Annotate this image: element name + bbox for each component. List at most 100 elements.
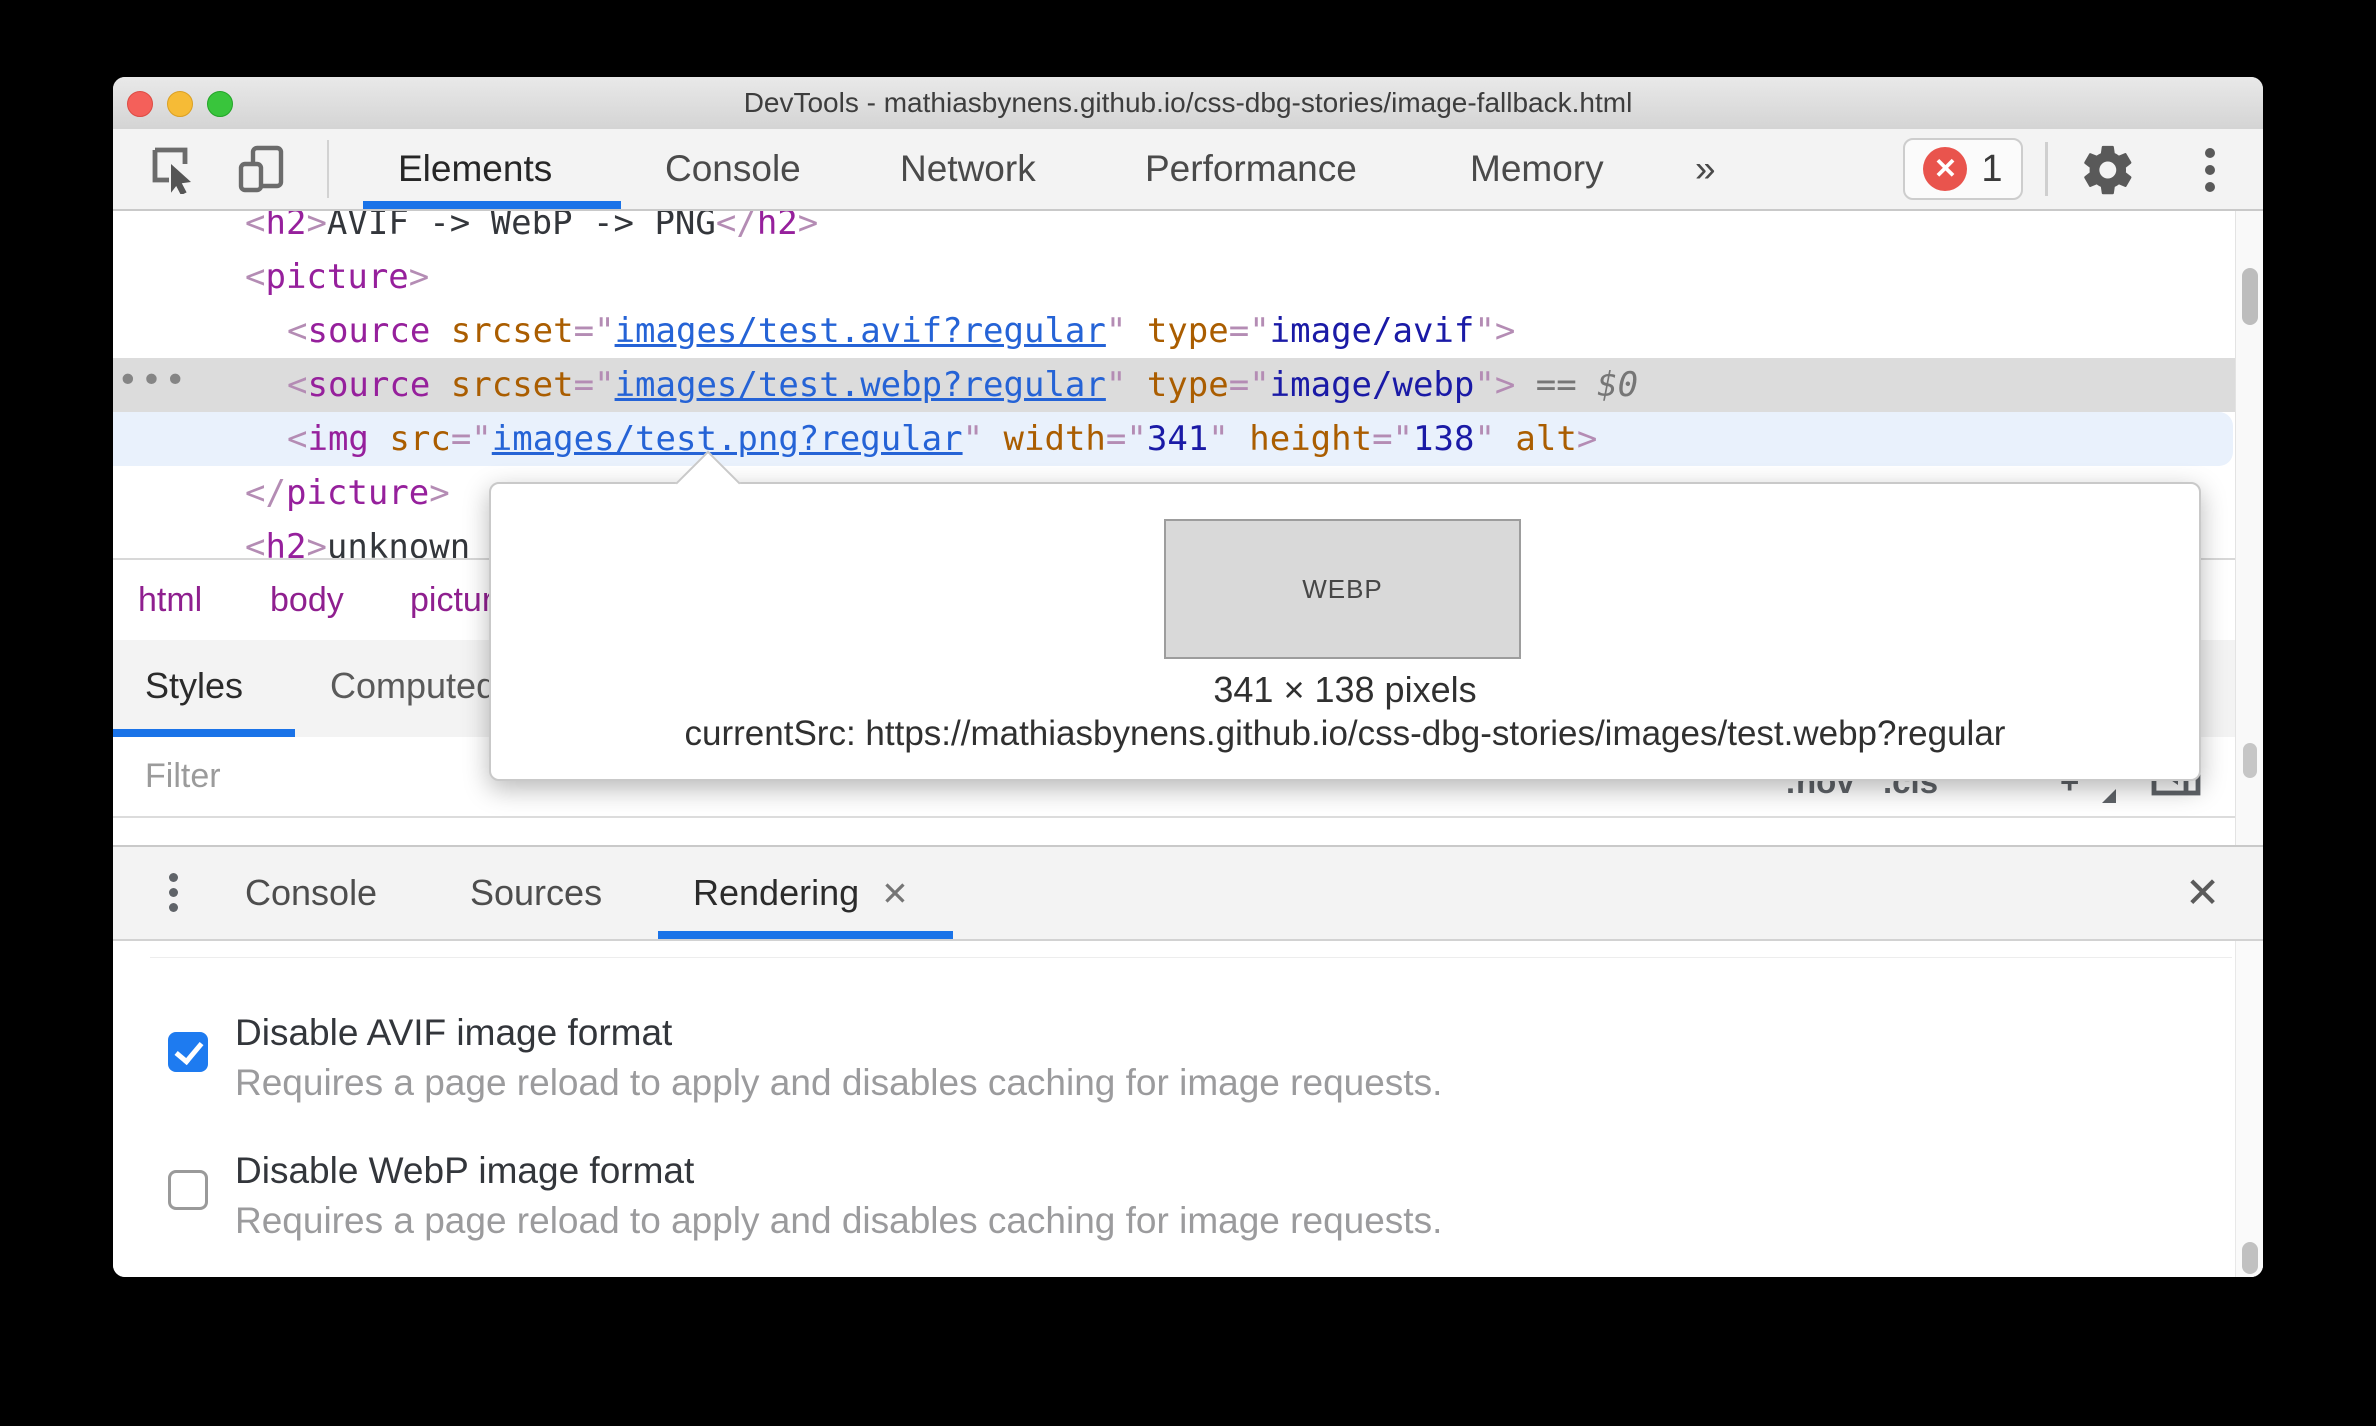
tab-computed[interactable]: Computed <box>330 640 496 737</box>
code-token: image/avif <box>1269 311 1475 351</box>
code-token: type <box>1146 311 1229 351</box>
tab-performance[interactable]: Performance <box>1145 129 1357 209</box>
code-token: src <box>389 419 451 459</box>
code-token: =" <box>1228 365 1270 405</box>
dom-node-row[interactable]: <img src="images/test.png?regular" width… <box>113 412 2233 466</box>
dom-node-row[interactable]: <h2>AVIF -> WebP -> PNG</h2> <box>113 211 2263 250</box>
code-token: > <box>1576 419 1598 459</box>
section-divider <box>150 957 2232 958</box>
option-description: Requires a page reload to apply and disa… <box>235 1200 1443 1241</box>
code-token: < <box>287 419 308 459</box>
drawer-tab-console[interactable]: Console <box>245 847 377 939</box>
dom-node-row[interactable]: ••• <source srcset="images/test.webp?regu… <box>113 358 2263 412</box>
attribute-value-link[interactable]: images/test.webp?regular <box>615 365 1106 405</box>
drawer-tab-sources[interactable]: Sources <box>470 847 602 939</box>
code-token: srcset <box>450 311 574 351</box>
code-token: 138 <box>1413 419 1475 459</box>
code-token: < <box>245 257 266 297</box>
elements-scrollbar[interactable] <box>2235 211 2263 845</box>
code-token: AVIF -> WebP -> PNG <box>326 211 716 243</box>
tab-console[interactable]: Console <box>665 129 801 209</box>
code-token: "> <box>1474 311 1516 351</box>
breadcrumb-item-html[interactable]: html <box>138 560 202 640</box>
device-toolbar-icon[interactable] <box>235 142 287 194</box>
window-title: DevTools - mathiasbynens.github.io/css-d… <box>743 87 1633 118</box>
code-token: alt <box>1515 419 1577 459</box>
image-preview-tooltip: WEBP 341 × 138 pixels currentSrc: https:… <box>489 450 2201 781</box>
code-token: type <box>1146 365 1229 405</box>
code-token: picture <box>285 473 430 513</box>
code-token: < <box>245 211 266 243</box>
code-token: " <box>962 419 984 459</box>
code-token: unknown <box>326 527 471 558</box>
code-token: " <box>1474 419 1495 459</box>
code-token: =" <box>1372 419 1414 459</box>
drawer-tab-rendering[interactable]: Rendering ✕ <box>693 847 909 939</box>
error-count-badge[interactable]: ✕ 1 <box>1903 138 2023 200</box>
code-token: " <box>1208 419 1229 459</box>
code-token: image/webp <box>1269 365 1475 405</box>
tab-elements[interactable]: Elements <box>398 129 552 209</box>
code-token: </ <box>715 211 757 243</box>
dom-node-row[interactable]: <source srcset="images/test.avif?regular… <box>113 304 2263 358</box>
code-token: =" <box>450 419 492 459</box>
drawer-scrollbar[interactable] <box>2235 941 2263 1277</box>
code-token: height <box>1249 419 1373 459</box>
code-token: > <box>306 211 327 243</box>
code-token: =" <box>1228 311 1270 351</box>
settings-gear-icon[interactable] <box>2079 141 2132 195</box>
more-options-kebab-icon[interactable] <box>2205 148 2215 192</box>
code-token: </ <box>245 473 286 513</box>
toolbar-separator-2 <box>2045 142 2048 196</box>
drawer-scrollbar-thumb[interactable] <box>2242 1242 2258 1274</box>
rendering-panel: Disable AVIF image format Requires a page… <box>113 941 2263 1277</box>
toolbar-separator <box>327 140 329 198</box>
attribute-value-link[interactable]: images/test.avif?regular <box>615 311 1106 351</box>
code-token: h2 <box>265 211 307 243</box>
image-preview-thumbnail: WEBP <box>1164 519 1521 659</box>
tab-memory[interactable]: Memory <box>1470 129 1604 209</box>
title-bar[interactable]: DevTools - mathiasbynens.github.io/css-d… <box>113 77 2263 130</box>
elements-scrollbar-thumb[interactable] <box>2242 268 2258 325</box>
styles-scrollbar-thumb[interactable] <box>2243 743 2257 778</box>
inspect-icon[interactable] <box>147 142 199 194</box>
drawer-close-icon[interactable]: ✕ <box>2185 847 2220 939</box>
filter-input[interactable]: Filter <box>145 737 221 816</box>
tab-styles[interactable]: Styles <box>145 640 243 737</box>
devtools-toolbar: ✕ 1 Elements Console Network Performance Mem… <box>113 129 2263 211</box>
code-token: > <box>429 473 450 513</box>
dom-node-row[interactable]: <picture> <box>113 250 2263 304</box>
code-token: h2 <box>756 211 798 243</box>
new-style-rule-dropdown-icon[interactable] <box>2102 789 2116 803</box>
code-token: " <box>1105 365 1127 405</box>
image-dimensions: 341 × 138 pixels <box>1213 669 1477 710</box>
breadcrumb-item-body[interactable]: body <box>270 560 344 640</box>
code-token: =" <box>573 365 615 405</box>
checkbox-unchecked[interactable] <box>168 1170 208 1210</box>
checkbox-checked[interactable] <box>168 1032 208 1072</box>
error-count: 1 <box>1981 147 2003 190</box>
drawer-tabbar: ✕ Console Sources Rendering ✕ <box>113 845 2263 941</box>
more-tabs-chevron-icon[interactable]: » <box>1695 129 1716 209</box>
code-token: < <box>287 311 308 351</box>
drawer-menu-kebab-icon[interactable] <box>169 873 178 912</box>
drawer-tab-close-icon[interactable]: ✕ <box>881 875 909 912</box>
code-token: "> <box>1474 365 1516 405</box>
option-label: Disable AVIF image format <box>235 1012 673 1053</box>
code-token: == $0 <box>1515 365 1639 405</box>
error-icon: ✕ <box>1923 147 1968 191</box>
tab-network[interactable]: Network <box>900 129 1036 209</box>
code-token: > <box>306 527 327 558</box>
node-more-actions-icon[interactable]: ••• <box>117 358 188 404</box>
option-label: Disable WebP image format <box>235 1150 695 1191</box>
attribute-value-link[interactable]: images/test.png?regular <box>492 419 963 459</box>
code-token: srcset <box>450 365 574 405</box>
code-token: > <box>797 211 819 243</box>
